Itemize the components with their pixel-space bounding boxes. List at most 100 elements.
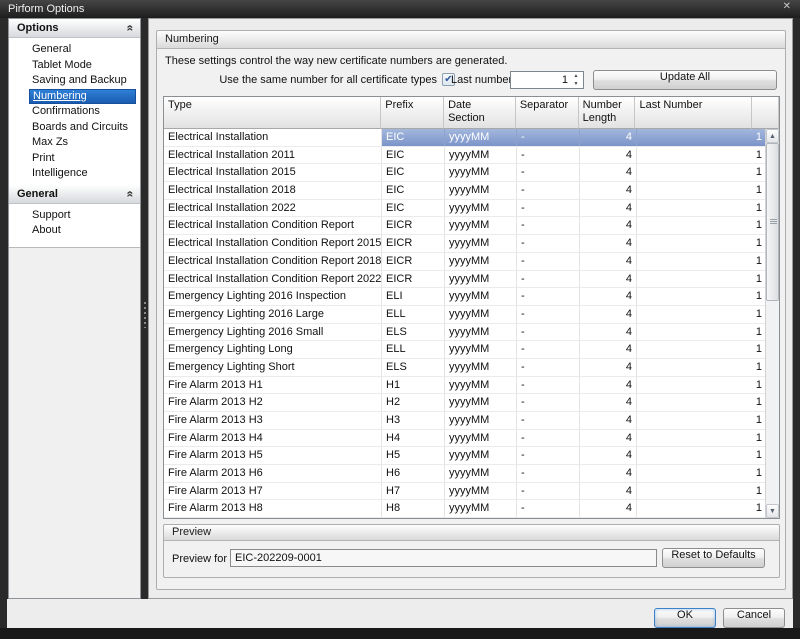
cell-prefix[interactable]: EICR <box>382 235 445 252</box>
table-row[interactable]: Fire Alarm 2013 H6H6yyyyMM-41 <box>164 465 779 483</box>
scrollbar-thumb[interactable] <box>766 143 779 301</box>
cell-prefix[interactable]: H5 <box>382 447 445 464</box>
cell-prefix[interactable]: EIC <box>382 129 445 146</box>
sidebar-group-general[interactable]: General« <box>9 185 140 204</box>
cell-date-section[interactable]: yyyyMM <box>445 377 517 394</box>
cell-number-length[interactable]: 4 <box>580 182 637 199</box>
reset-to-defaults-button[interactable]: Reset to Defaults <box>662 548 765 568</box>
cell-number-length[interactable]: 4 <box>580 271 637 288</box>
cell-type[interactable]: Fire Alarm 2013 H6 <box>164 465 382 482</box>
cell-type[interactable]: Fire Alarm 2013 H1 <box>164 377 382 394</box>
cell-prefix[interactable]: EICR <box>382 217 445 234</box>
cell-type[interactable]: Emergency Lighting 2016 Inspection <box>164 288 382 305</box>
cell-number-length[interactable]: 4 <box>580 253 637 270</box>
cell-last-number[interactable]: 1 <box>637 465 767 482</box>
table-row[interactable]: Fire Alarm 2013 H8H8yyyyMM-41 <box>164 500 779 518</box>
cell-type[interactable]: Electrical Installation Condition Report… <box>164 253 382 270</box>
table-row[interactable]: Emergency Lighting 2016 InspectionELIyyy… <box>164 288 779 306</box>
cell-type[interactable]: Emergency Lighting 2016 Small <box>164 324 382 341</box>
cell-date-section[interactable]: yyyyMM <box>445 164 517 181</box>
cell-number-length[interactable]: 4 <box>580 377 637 394</box>
cell-type[interactable]: Emergency Lighting 2016 Large <box>164 306 382 323</box>
table-row[interactable]: Fire Alarm 2013 H4H4yyyyMM-41 <box>164 430 779 448</box>
cell-last-number[interactable]: 1 <box>637 377 767 394</box>
cell-number-length[interactable]: 4 <box>580 430 637 447</box>
cell-prefix[interactable]: H3 <box>382 412 445 429</box>
cell-date-section[interactable]: yyyyMM <box>445 147 517 164</box>
cell-prefix[interactable]: ELL <box>382 306 445 323</box>
cell-number-length[interactable]: 4 <box>580 129 637 146</box>
cell-last-number[interactable]: 1 <box>637 253 767 270</box>
cell-date-section[interactable]: yyyyMM <box>445 235 517 252</box>
cell-type[interactable]: Fire Alarm 2013 H5 <box>164 447 382 464</box>
table-row[interactable]: Emergency Lighting 2016 LargeELLyyyyMM-4… <box>164 306 779 324</box>
cell-prefix[interactable]: EIC <box>382 182 445 199</box>
cell-number-length[interactable]: 4 <box>580 324 637 341</box>
ok-button[interactable]: OK <box>654 608 716 628</box>
table-row[interactable]: Emergency Lighting 2016 SmallELSyyyyMM-4… <box>164 324 779 342</box>
cell-date-section[interactable]: yyyyMM <box>445 324 517 341</box>
cell-prefix[interactable]: H2 <box>382 394 445 411</box>
sidebar-item-tablet-mode[interactable]: Tablet Mode <box>29 58 136 74</box>
cell-date-section[interactable]: yyyyMM <box>445 465 517 482</box>
cell-date-section[interactable]: yyyyMM <box>445 430 517 447</box>
cell-separator[interactable]: - <box>517 288 580 305</box>
sidebar-item-confirmations[interactable]: Confirmations <box>29 104 136 120</box>
cell-last-number[interactable]: 1 <box>637 430 767 447</box>
cell-prefix[interactable]: ELS <box>382 359 445 376</box>
cell-type[interactable]: Fire Alarm 2013 H2 <box>164 394 382 411</box>
cell-date-section[interactable]: yyyyMM <box>445 500 517 517</box>
cell-separator[interactable]: - <box>517 447 580 464</box>
cell-separator[interactable]: - <box>517 235 580 252</box>
cell-type[interactable]: Electrical Installation <box>164 129 382 146</box>
cell-separator[interactable]: - <box>517 253 580 270</box>
cell-last-number[interactable]: 1 <box>637 306 767 323</box>
cell-type[interactable]: Emergency Lighting Short <box>164 359 382 376</box>
cell-separator[interactable]: - <box>517 306 580 323</box>
table-row[interactable]: Electrical InstallationEICyyyyMM-41 <box>164 129 779 147</box>
cell-prefix[interactable]: H1 <box>382 377 445 394</box>
cell-last-number[interactable]: 1 <box>637 182 767 199</box>
cell-last-number[interactable]: 1 <box>637 200 767 217</box>
sidebar-item-boards-and-circuits[interactable]: Boards and Circuits <box>29 120 136 136</box>
cell-date-section[interactable]: yyyyMM <box>445 271 517 288</box>
cell-date-section[interactable]: yyyyMM <box>445 447 517 464</box>
sidebar-item-general[interactable]: General <box>29 42 136 58</box>
update-all-button[interactable]: Update All <box>593 70 777 90</box>
cell-number-length[interactable]: 4 <box>580 483 637 500</box>
cell-separator[interactable]: - <box>517 271 580 288</box>
cell-date-section[interactable]: yyyyMM <box>445 412 517 429</box>
cell-number-length[interactable]: 4 <box>580 465 637 482</box>
cell-number-length[interactable]: 4 <box>580 359 637 376</box>
cell-type[interactable]: Fire Alarm 2013 H7 <box>164 483 382 500</box>
cell-prefix[interactable]: EIC <box>382 164 445 181</box>
table-row[interactable]: Electrical Installation 2022EICyyyyMM-41 <box>164 200 779 218</box>
cell-separator[interactable]: - <box>517 465 580 482</box>
cell-separator[interactable]: - <box>517 359 580 376</box>
table-row[interactable]: Electrical Installation 2015EICyyyyMM-41 <box>164 164 779 182</box>
table-row[interactable]: Electrical Installation Condition Report… <box>164 235 779 253</box>
last-number-input[interactable]: 1 ▲ ▼ <box>510 71 584 89</box>
table-row[interactable]: Fire Alarm 2013 H7H7yyyyMM-41 <box>164 483 779 501</box>
cell-last-number[interactable]: 1 <box>637 164 767 181</box>
cell-number-length[interactable]: 4 <box>580 235 637 252</box>
cell-date-section[interactable]: yyyyMM <box>445 129 517 146</box>
cell-separator[interactable]: - <box>517 129 580 146</box>
table-row[interactable]: Emergency Lighting ShortELSyyyyMM-41 <box>164 359 779 377</box>
cell-date-section[interactable]: yyyyMM <box>445 306 517 323</box>
table-row[interactable]: Fire Alarm 2013 H2H2yyyyMM-41 <box>164 394 779 412</box>
cell-type[interactable]: Electrical Installation 2022 <box>164 200 382 217</box>
splitter-handle[interactable] <box>141 18 148 599</box>
cell-number-length[interactable]: 4 <box>580 164 637 181</box>
cell-last-number[interactable]: 1 <box>637 447 767 464</box>
sidebar-item-support[interactable]: Support <box>29 208 136 224</box>
cell-last-number[interactable]: 1 <box>637 394 767 411</box>
cell-number-length[interactable]: 4 <box>580 200 637 217</box>
preview-field[interactable]: EIC-202209-0001 <box>230 549 657 567</box>
cell-separator[interactable]: - <box>517 500 580 517</box>
cell-prefix[interactable]: ELI <box>382 288 445 305</box>
cell-prefix[interactable]: H4 <box>382 430 445 447</box>
cell-date-section[interactable]: yyyyMM <box>445 394 517 411</box>
cell-separator[interactable]: - <box>517 412 580 429</box>
cell-number-length[interactable]: 4 <box>580 217 637 234</box>
